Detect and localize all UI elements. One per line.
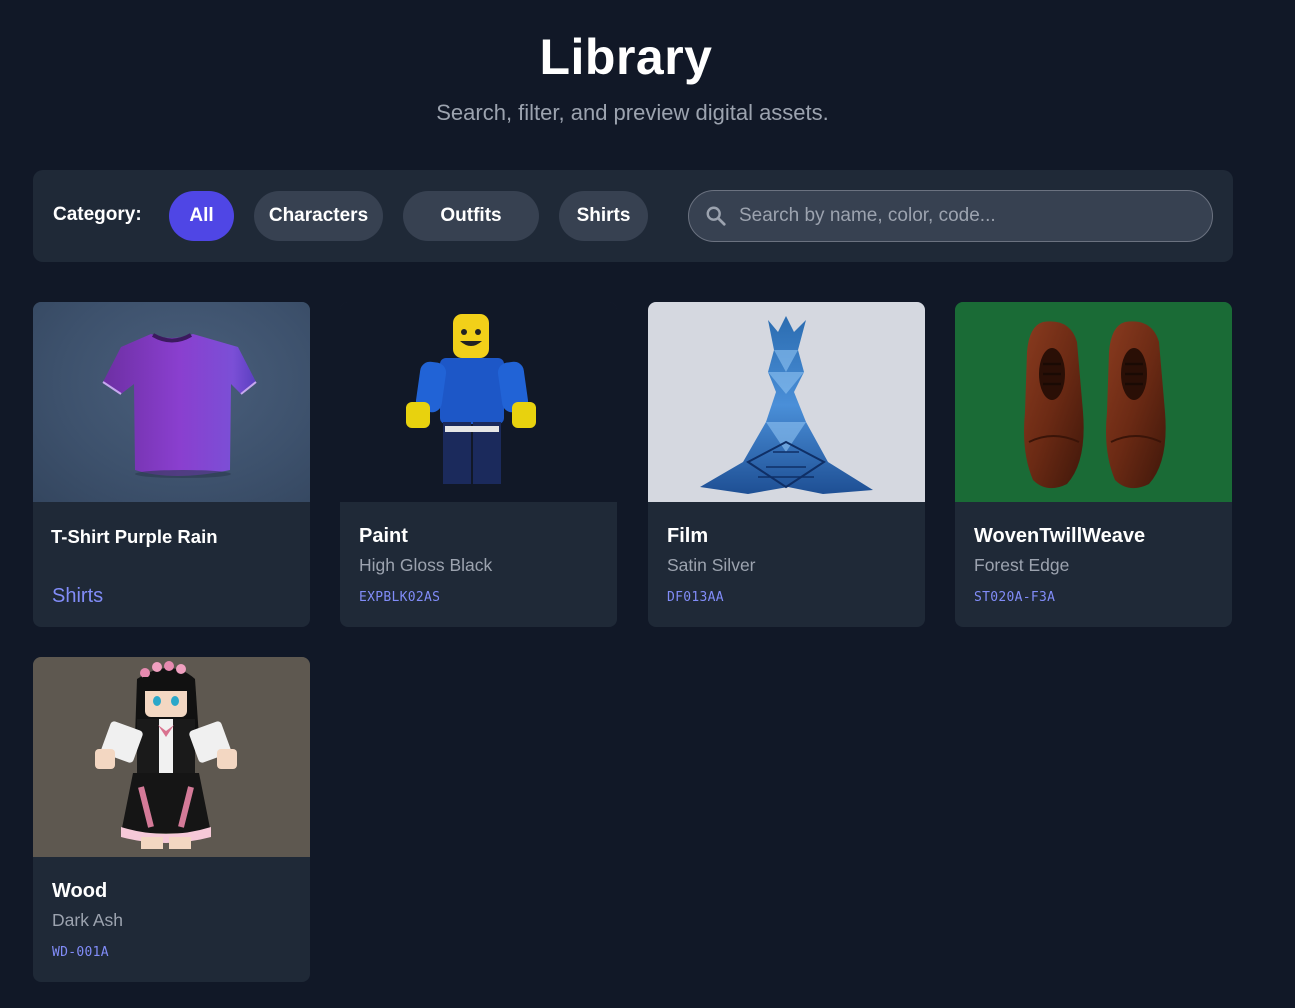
filter-bar: Category: All Characters Outfits Shirts bbox=[33, 170, 1233, 262]
asset-category-tag: Shirts bbox=[52, 585, 104, 607]
asset-subtitle: Dark Ash bbox=[52, 910, 123, 930]
shoes-icon bbox=[1024, 321, 1166, 489]
search-input[interactable] bbox=[739, 191, 1199, 241]
search-icon bbox=[706, 206, 726, 226]
category-label: Category: bbox=[53, 204, 142, 225]
asset-card-paint[interactable]: Paint High Gloss Black EXPBLK02AS bbox=[340, 302, 617, 627]
filter-chip-shirts[interactable]: Shirts bbox=[559, 191, 648, 241]
asset-name: Paint bbox=[359, 525, 408, 547]
asset-name: Film bbox=[667, 525, 709, 547]
gown-icon bbox=[700, 316, 873, 494]
search-box[interactable] bbox=[688, 190, 1213, 242]
asset-card-tshirt-purple-rain[interactable]: T-Shirt Purple Rain Shirts bbox=[33, 302, 310, 627]
asset-thumbnail bbox=[33, 302, 310, 502]
asset-code: WD-001A bbox=[52, 945, 109, 960]
page-subtitle: Search, filter, and preview digital asse… bbox=[436, 100, 829, 125]
filter-chip-outfits[interactable]: Outfits bbox=[403, 191, 539, 241]
asset-name: WovenTwillWeave bbox=[974, 525, 1146, 547]
filter-chip-characters[interactable]: Characters bbox=[254, 191, 383, 241]
asset-code: EXPBLK02AS bbox=[359, 590, 441, 605]
asset-name: Wood bbox=[52, 880, 108, 902]
character-figure-icon bbox=[406, 314, 536, 484]
asset-subtitle: Satin Silver bbox=[667, 555, 756, 575]
asset-subtitle: High Gloss Black bbox=[359, 555, 493, 575]
page-title: Library bbox=[539, 29, 713, 85]
asset-code: ST020A-F3A bbox=[974, 590, 1056, 605]
asset-card-film[interactable]: Film Satin Silver DF013AA bbox=[648, 302, 925, 627]
asset-thumbnail bbox=[340, 302, 617, 502]
tshirt-icon bbox=[102, 333, 257, 478]
doll-icon bbox=[95, 661, 237, 849]
asset-subtitle: Forest Edge bbox=[974, 555, 1070, 575]
asset-code: DF013AA bbox=[667, 590, 724, 605]
asset-thumbnail bbox=[648, 302, 925, 502]
asset-card-wood[interactable]: Wood Dark Ash WD-001A bbox=[33, 657, 310, 982]
asset-card-woventwillweave[interactable]: WovenTwillWeave Forest Edge ST020A-F3A bbox=[955, 302, 1232, 627]
asset-thumbnail bbox=[955, 302, 1232, 502]
asset-thumbnail bbox=[33, 657, 310, 857]
asset-name: T-Shirt Purple Rain bbox=[51, 526, 218, 547]
filter-chip-all[interactable]: All bbox=[169, 191, 234, 241]
